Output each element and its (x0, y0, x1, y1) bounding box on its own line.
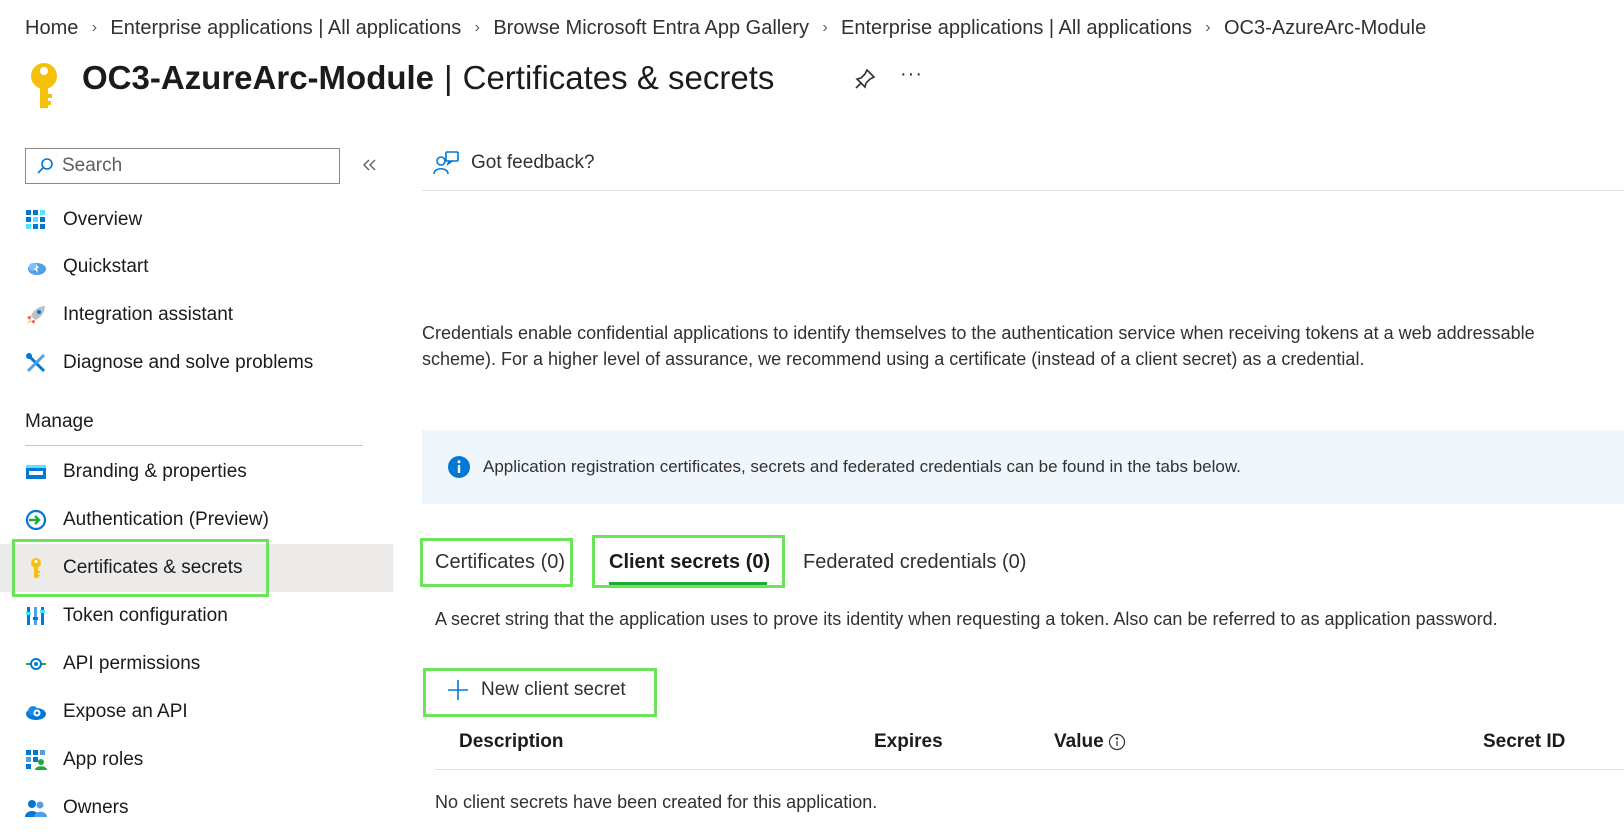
search-icon (37, 158, 53, 174)
sidebar-search[interactable] (25, 148, 340, 184)
token-bars-icon (25, 605, 47, 627)
sidebar-item-label: Quickstart (63, 256, 149, 277)
tab-federated-credentials[interactable]: Federated credentials (0) (803, 545, 1026, 579)
sidebar-item-expose-api[interactable]: Expose an API (0, 688, 393, 736)
column-header-label: Description (459, 731, 564, 752)
feedback-button[interactable]: Got feedback? (433, 150, 595, 176)
client-secrets-description: A secret string that the application use… (435, 609, 1498, 629)
info-icon (448, 456, 470, 478)
chevron-right-icon: › (1205, 19, 1211, 36)
chevron-right-icon: › (91, 19, 98, 36)
column-header-expires[interactable]: Expires (874, 731, 943, 753)
column-header-secret-id[interactable]: Secret ID (1483, 731, 1565, 753)
breadcrumb: Home › Enterprise applications | All app… (25, 16, 1426, 40)
cloud-gear-icon (25, 701, 47, 723)
feedback-person-icon (433, 151, 459, 175)
sidebar-item-label: Token configuration (63, 605, 228, 626)
breadcrumb-app[interactable]: OC3-AzureArc-Module (1224, 17, 1426, 40)
sidebar-item-app-roles[interactable]: App roles (0, 736, 393, 784)
wrench-icon (25, 352, 47, 374)
quickstart-cloud-icon (25, 256, 47, 278)
sidebar-item-token-configuration[interactable]: Token configuration (0, 592, 393, 640)
table-header-divider (435, 769, 1624, 770)
pin-icon[interactable] (853, 67, 877, 91)
sidebar-item-label: Overview (63, 209, 143, 230)
page-title-separator: | (444, 59, 453, 96)
api-permissions-icon (25, 653, 47, 675)
sidebar-item-label: Certificates & secrets (63, 557, 243, 578)
plus-icon (448, 680, 468, 700)
section-header-manage: Manage (25, 411, 94, 432)
empty-table-message: No client secrets have been created for … (435, 792, 878, 812)
breadcrumb-app-gallery[interactable]: Browse Microsoft Entra App Gallery (493, 17, 809, 40)
chevron-right-icon: › (822, 19, 828, 36)
description-line: scheme). For a higher level of assurance… (422, 349, 1365, 369)
double-chevron-left-icon[interactable] (358, 153, 380, 177)
sidebar-item-label: API permissions (63, 653, 201, 674)
sidebar-item-label: Authentication (Preview) (63, 509, 269, 530)
sidebar-item-label: Owners (63, 797, 129, 818)
sidebar-item-certificates-secrets[interactable]: Certificates & secrets (0, 544, 393, 592)
page-title-blade: Certificates & secrets (462, 59, 775, 96)
column-header-label: Expires (874, 731, 943, 752)
more-options-icon[interactable]: ··· (900, 63, 923, 86)
breadcrumb-enterprise-apps-2[interactable]: Enterprise applications | All applicatio… (841, 17, 1192, 40)
sidebar-item-owners[interactable]: Owners (0, 784, 393, 832)
column-header-label: Value (1054, 731, 1104, 752)
new-client-secret-button[interactable]: New client secret (447, 675, 626, 705)
sidebar-item-quickstart[interactable]: Quickstart (0, 243, 393, 291)
overview-grid-icon (25, 209, 47, 231)
description-line: Credentials enable confidential applicat… (422, 323, 1535, 343)
page-title-app: OC3-AzureArc-Module (82, 59, 435, 96)
breadcrumb-home[interactable]: Home (25, 17, 78, 40)
sidebar-item-label: App roles (63, 749, 144, 770)
sidebar-item-label: Expose an API (63, 701, 188, 722)
column-header-label: Secret ID (1483, 731, 1566, 752)
credentials-description: Credentials enable confidential applicat… (422, 320, 1624, 372)
authentication-icon (25, 509, 47, 531)
owners-icon (25, 797, 47, 819)
active-tab-indicator (609, 582, 767, 585)
column-header-value[interactable]: Value (1054, 731, 1126, 753)
command-bar-divider (422, 190, 1624, 191)
sidebar-item-label: Diagnose and solve problems (63, 352, 314, 373)
sidebar-item-label: Integration assistant (63, 304, 234, 325)
sidebar-item-branding[interactable]: Branding & properties (0, 448, 393, 496)
key-icon (25, 557, 47, 579)
info-circle-icon[interactable] (1108, 733, 1126, 751)
tab-client-secrets[interactable]: Client secrets (0) (609, 545, 770, 579)
feedback-label: Got feedback? (471, 152, 595, 173)
column-header-description[interactable]: Description (459, 731, 564, 753)
page: Home › Enterprise applications | All app… (0, 0, 1624, 835)
section-divider (25, 445, 363, 446)
info-banner: Application registration certificates, s… (422, 430, 1624, 504)
tab-certificates[interactable]: Certificates (0) (435, 545, 565, 579)
page-title: OC3-AzureArc-Module | Certificates & sec… (82, 58, 774, 98)
sidebar-item-integration-assistant[interactable]: Integration assistant (0, 291, 393, 339)
chevron-right-icon: › (474, 19, 480, 36)
new-client-secret-label: New client secret (481, 679, 626, 700)
rocket-icon (25, 304, 47, 326)
sidebar-item-authentication[interactable]: Authentication (Preview) (0, 496, 393, 544)
sidebar-item-overview[interactable]: Overview (0, 196, 393, 244)
app-roles-icon (25, 749, 47, 771)
info-banner-text: Application registration certificates, s… (483, 457, 1241, 476)
sidebar-item-label: Branding & properties (63, 461, 247, 482)
sidebar-item-api-permissions[interactable]: API permissions (0, 640, 393, 688)
key-icon (28, 62, 60, 110)
branding-icon (25, 461, 47, 483)
search-input[interactable] (62, 155, 322, 177)
sidebar-item-diagnose[interactable]: Diagnose and solve problems (0, 339, 393, 387)
breadcrumb-enterprise-apps[interactable]: Enterprise applications | All applicatio… (110, 17, 461, 40)
